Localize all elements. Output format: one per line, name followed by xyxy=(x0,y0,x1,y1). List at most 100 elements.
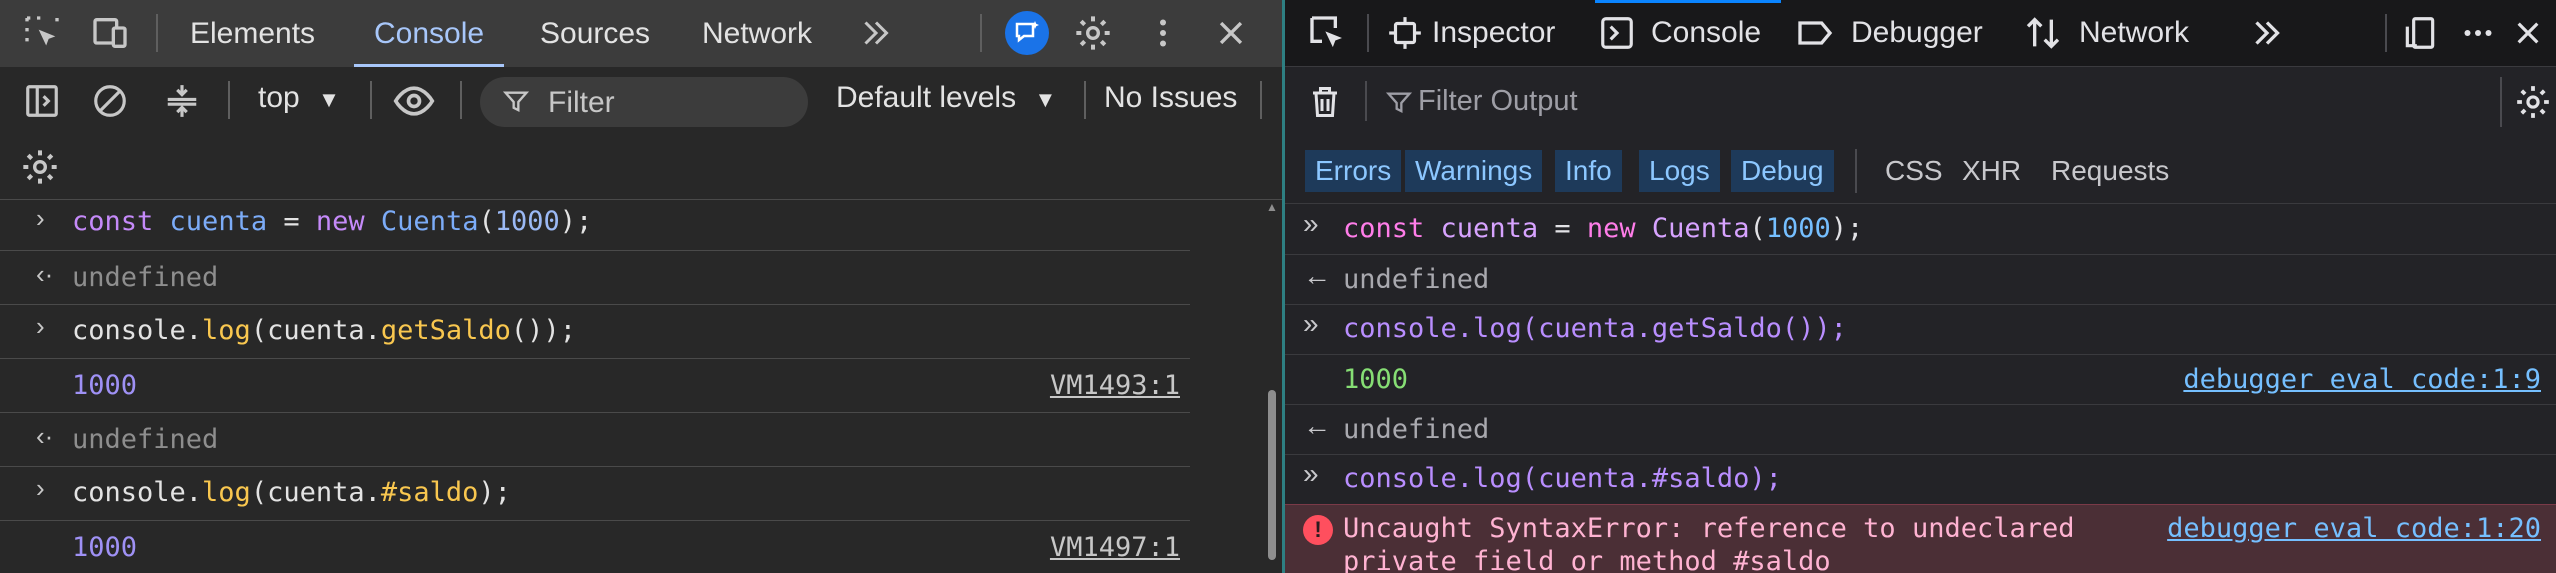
firefox-filter-bar: Filter Output xyxy=(1285,67,2556,138)
console-log-row: 1000 debugger eval code:1:9 xyxy=(1285,354,2556,405)
result-value: undefined xyxy=(72,262,219,293)
code-line[interactable]: console.log(cuenta.#saldo); xyxy=(72,477,511,508)
filter-logs-button[interactable]: Logs xyxy=(1639,150,1720,192)
console-result-row: ← undefined xyxy=(1285,404,2556,455)
chrome-tab-bar: Elements Console Sources Network xyxy=(0,0,1282,68)
separator xyxy=(370,81,372,119)
log-value: 1000 xyxy=(72,532,138,563)
more-options-horizontal-icon[interactable] xyxy=(2456,11,2500,55)
scroll-up-arrow-icon[interactable]: ▲ xyxy=(1266,200,1278,214)
error-icon: ! xyxy=(1303,515,1333,545)
source-link[interactable]: debugger eval code:1:9 xyxy=(2183,364,2541,395)
filter-debug-button[interactable]: Debug xyxy=(1731,150,1834,192)
settings-gear-icon[interactable] xyxy=(1069,9,1117,57)
console-log-row: 1000 VM1493:1 xyxy=(0,358,1190,413)
result-arrow-icon: ‹· xyxy=(36,421,54,451)
error-message-line1: Uncaught SyntaxError: reference to undec… xyxy=(1343,513,2075,544)
console-settings-gear-icon[interactable] xyxy=(16,143,64,191)
filter-warnings-button[interactable]: Warnings xyxy=(1405,150,1543,192)
console-result-row: ← undefined xyxy=(1285,254,2556,305)
create-live-expression-icon[interactable] xyxy=(158,77,206,125)
code-line[interactable]: const cuenta = new Cuenta(1000); xyxy=(72,206,592,237)
tab-sources[interactable]: Sources xyxy=(540,0,650,66)
code-line[interactable]: const cuenta = new Cuenta(1000); xyxy=(1343,213,1863,244)
tab-debugger[interactable]: Debugger xyxy=(1851,0,1983,66)
ai-assistance-icon[interactable] xyxy=(1003,9,1051,57)
console-toolbar: top ▼ Filter Default levels ▼ No Issues xyxy=(0,67,1282,200)
source-link[interactable]: VM1493:1 xyxy=(1050,370,1180,401)
filter-info-button[interactable]: Info xyxy=(1555,150,1622,192)
separator xyxy=(1855,149,1857,193)
more-tools-chevron-icon[interactable] xyxy=(2245,11,2289,55)
input-chevron-icon: › xyxy=(36,311,45,341)
log-value: 1000 xyxy=(72,370,138,401)
log-value: 1000 xyxy=(1343,364,1409,395)
tab-console[interactable]: Console xyxy=(1594,0,1782,66)
code-line[interactable]: console.log(cuenta.getSaldo()); xyxy=(1343,313,1847,344)
firefox-level-filters: Errors Warnings Info Logs Debug CSS XHR … xyxy=(1285,137,2556,204)
filter-errors-button[interactable]: Errors xyxy=(1305,150,1402,192)
filter-funnel-icon xyxy=(1385,92,1413,114)
console-input-row: › const cuenta = new Cuenta(1000); xyxy=(0,196,1190,251)
separator xyxy=(980,14,982,52)
tab-network[interactable]: Network xyxy=(2079,0,2189,66)
context-selector-label: top xyxy=(258,81,300,114)
filter-requests-button[interactable]: Requests xyxy=(2041,150,2179,192)
close-icon[interactable] xyxy=(2506,11,2550,55)
filter-input[interactable]: Filter xyxy=(480,77,808,127)
close-icon[interactable] xyxy=(1207,9,1255,57)
input-chevron-icon: › xyxy=(36,473,45,503)
separator xyxy=(228,81,230,119)
clear-console-icon[interactable] xyxy=(86,77,134,125)
console-input-row: » console.log(cuenta.getSaldo()); xyxy=(1285,304,2556,355)
context-selector[interactable]: top ▼ xyxy=(258,81,340,115)
console-settings-gear-icon[interactable] xyxy=(2511,80,2555,124)
log-levels-label: Default levels xyxy=(836,81,1017,114)
filter-css-button[interactable]: CSS xyxy=(1875,150,1953,192)
more-tabs-chevron-icon[interactable] xyxy=(852,9,900,57)
separator xyxy=(1367,14,1369,52)
trash-clear-icon[interactable] xyxy=(1303,80,1347,124)
chrome-devtools-panel: Elements Console Sources Network top ▼ F… xyxy=(0,0,1282,573)
inspector-icon xyxy=(1383,11,1427,55)
console-result-row: ‹· undefined xyxy=(0,250,1190,305)
issues-counter[interactable]: No Issues xyxy=(1104,81,1237,115)
console-error-row: ! Uncaught SyntaxError: reference to und… xyxy=(1285,504,2556,573)
device-toolbar-icon[interactable] xyxy=(86,9,134,57)
console-icon xyxy=(1595,11,1639,55)
more-options-vertical-icon[interactable] xyxy=(1139,9,1187,57)
tab-network[interactable]: Network xyxy=(702,0,812,66)
separator xyxy=(1084,81,1086,119)
responsive-design-icon[interactable] xyxy=(2398,11,2442,55)
console-input-row: » const cuenta = new Cuenta(1000); xyxy=(1285,204,2556,255)
tab-console[interactable]: Console xyxy=(353,0,505,67)
console-result-row: ‹· undefined xyxy=(0,412,1190,467)
select-element-icon[interactable] xyxy=(18,9,66,57)
debugger-icon xyxy=(1793,11,1837,55)
separator xyxy=(460,81,462,119)
show-sidebar-icon[interactable] xyxy=(18,77,66,125)
tab-elements[interactable]: Elements xyxy=(190,0,315,66)
tab-inspector[interactable]: Inspector xyxy=(1432,0,1555,66)
console-log-row: 1000 VM1497:1 xyxy=(0,520,1190,573)
result-value: undefined xyxy=(1343,264,1490,295)
result-arrow-icon: ← xyxy=(1303,260,1331,291)
log-levels-dropdown[interactable]: Default levels ▼ xyxy=(836,81,1056,115)
input-double-chevron-icon: » xyxy=(1303,308,1319,339)
caret-down-icon: ▼ xyxy=(1034,87,1057,112)
scrollbar-thumb[interactable] xyxy=(1268,390,1276,560)
source-link[interactable]: VM1497:1 xyxy=(1050,532,1180,563)
code-line[interactable]: console.log(cuenta.#saldo); xyxy=(1343,463,1782,494)
eye-icon[interactable] xyxy=(390,77,438,125)
filter-xhr-button[interactable]: XHR xyxy=(1952,150,2031,192)
console-input-row: » console.log(cuenta.#saldo); xyxy=(1285,454,2556,505)
separator xyxy=(2385,14,2387,52)
pick-element-icon[interactable] xyxy=(1305,11,1349,55)
console-messages: › const cuenta = new Cuenta(1000); ‹· un… xyxy=(0,200,1282,573)
code-line[interactable]: console.log(cuenta.getSaldo()); xyxy=(72,315,576,346)
result-value: undefined xyxy=(1343,414,1490,445)
separator xyxy=(2500,77,2502,127)
console-input-row: › console.log(cuenta.#saldo); xyxy=(0,466,1190,521)
source-link[interactable]: debugger eval code:1:20 xyxy=(2167,513,2541,544)
filter-funnel-icon xyxy=(502,91,530,113)
